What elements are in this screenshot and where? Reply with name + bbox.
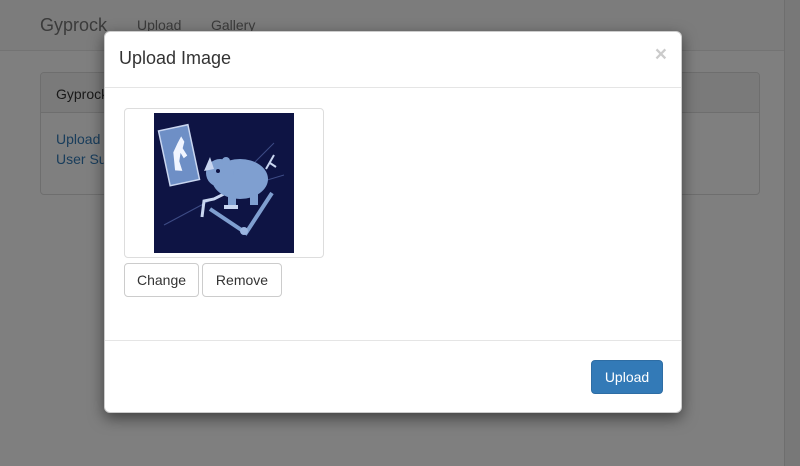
remove-image-button[interactable]: Remove <box>202 263 282 297</box>
modal-footer-divider <box>105 340 681 341</box>
illustration-svg <box>154 113 294 253</box>
rhino-treadmill-illustration <box>154 113 294 253</box>
upload-image-modal: Upload Image × Change Remove Upload <box>104 31 682 413</box>
modal-header: Upload Image × <box>105 32 681 88</box>
upload-button[interactable]: Upload <box>591 360 663 394</box>
close-icon[interactable]: × <box>655 44 667 65</box>
image-thumbnail <box>124 108 324 258</box>
modal-title: Upload Image <box>119 48 232 68</box>
change-image-button[interactable]: Change <box>124 263 199 297</box>
